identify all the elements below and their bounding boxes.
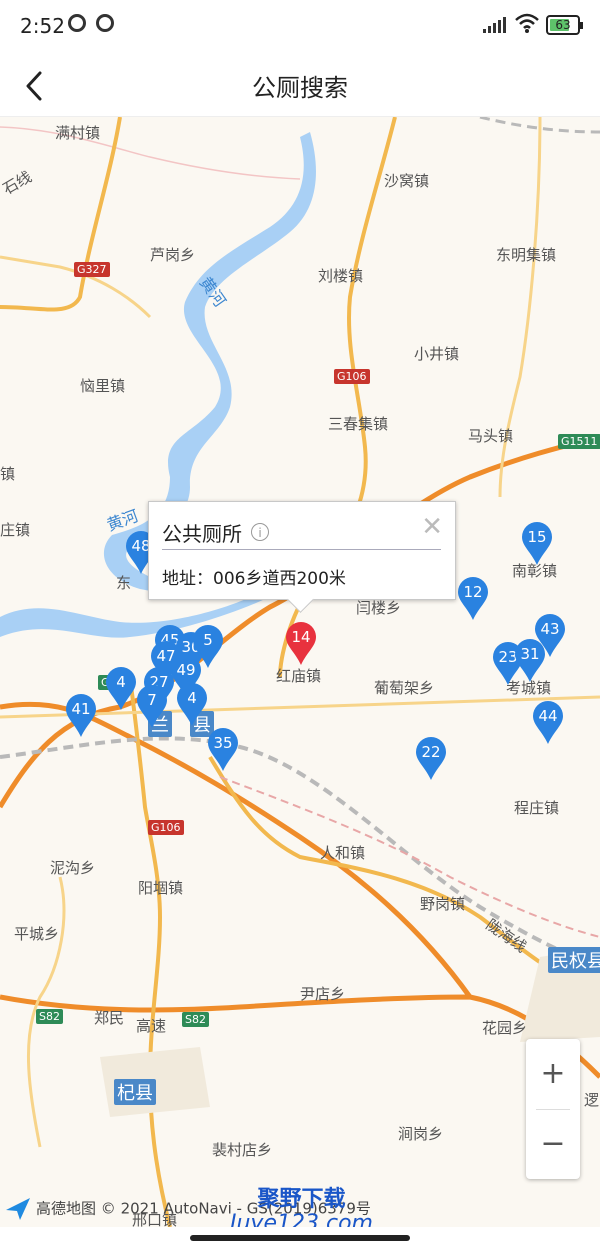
page-title: 公厕搜索 <box>252 74 348 102</box>
close-icon[interactable]: ✕ <box>421 512 443 542</box>
place-label: 泥沟乡 <box>50 859 96 877</box>
zoom-in-button[interactable]: + <box>526 1039 580 1109</box>
place-label: 郑民 <box>94 1009 125 1027</box>
toilet-pin[interactable]: 4 <box>176 683 208 727</box>
place-label: 刘楼镇 <box>318 267 364 285</box>
status-bar: 2:52 63 <box>0 0 600 56</box>
info-icon[interactable]: i <box>251 523 269 541</box>
toilet-pin[interactable]: 4 <box>105 667 137 711</box>
battery-level: 63 <box>555 18 571 32</box>
place-label: 花园乡 <box>482 1019 528 1037</box>
notification-icon <box>68 14 86 32</box>
place-label: 满村镇 <box>55 124 101 142</box>
home-indicator[interactable] <box>190 1235 410 1241</box>
toilet-pin[interactable]: 44 <box>532 701 564 745</box>
road-shield: S82 <box>182 1012 209 1027</box>
status-time: 2:52 <box>20 14 65 38</box>
road-shield: S82 <box>36 1009 63 1024</box>
place-label: 阳堌镇 <box>138 879 184 897</box>
place-label: 红庙镇 <box>276 667 322 685</box>
amap-logo-icon <box>6 1198 30 1220</box>
app-header: 公厕搜索 <box>0 56 600 117</box>
attribution-brand: 高德地图 <box>36 1199 97 1218</box>
place-label: 高速 <box>136 1017 167 1035</box>
place-label: 野岗镇 <box>420 895 466 913</box>
popup-address: 地址：006乡道西200米 <box>162 569 346 589</box>
selected-toilet-pin[interactable]: 14 <box>285 622 317 666</box>
place-label: 小井镇 <box>414 345 460 363</box>
place-label: 恼里镇 <box>80 377 126 395</box>
toilet-pin[interactable]: 31 <box>514 639 546 683</box>
toilet-pin[interactable]: 7 <box>136 685 168 729</box>
notification-icon <box>96 14 114 32</box>
county-label: 民权县 <box>548 947 600 973</box>
zoom-out-button[interactable]: − <box>526 1109 580 1179</box>
place-label: 芦岗乡 <box>150 246 196 264</box>
battery-icon: 63 <box>546 15 583 35</box>
county-label: 杞县 <box>114 1079 156 1105</box>
popup-title: 公共厕所 <box>162 522 242 546</box>
system-nav-bar <box>0 1227 600 1249</box>
place-label: 镇 <box>0 465 16 483</box>
place-label: 庄镇 <box>0 521 31 539</box>
toilet-pin[interactable]: 35 <box>207 728 239 772</box>
toilet-pin[interactable]: 15 <box>521 522 553 566</box>
toilet-pin[interactable]: 12 <box>457 577 489 621</box>
place-label: 闫楼乡 <box>356 599 402 617</box>
divider <box>162 549 441 550</box>
toilet-info-popup[interactable]: 公共厕所 i ✕ 地址：006乡道西200米 <box>148 501 456 613</box>
toilet-pin[interactable]: 22 <box>415 737 447 781</box>
place-label: 涧岗乡 <box>398 1125 444 1143</box>
place-label: 东 <box>116 574 132 592</box>
toilet-pin[interactable]: 41 <box>65 694 97 738</box>
road-shield: G1511 <box>558 434 600 449</box>
map-view[interactable]: 满村镇 沙窝镇 石线 芦岗乡 东明集镇 刘楼镇 小井镇 恼里镇 三春集镇 马头镇… <box>0 117 600 1227</box>
zoom-control: + − <box>526 1039 580 1179</box>
road-shield: G106 <box>334 369 370 384</box>
place-label: 人和镇 <box>320 844 366 862</box>
road-shield: G327 <box>74 262 110 277</box>
place-label: 程庄镇 <box>514 799 560 817</box>
signal-icon <box>483 17 506 33</box>
place-label: 葡萄架乡 <box>374 679 435 697</box>
road-shield: G106 <box>148 820 184 835</box>
place-label: 马头镇 <box>468 427 514 445</box>
place-label: 平城乡 <box>14 925 60 943</box>
place-label: 三春集镇 <box>328 415 389 433</box>
place-label: 尹店乡 <box>300 985 346 1003</box>
wifi-icon <box>515 13 539 33</box>
place-label: 沙窝镇 <box>384 172 430 190</box>
place-label: 东明集镇 <box>496 246 557 264</box>
watermark-text: 聚野下载 <box>257 1187 346 1212</box>
place-label: 逻 <box>584 1091 600 1109</box>
place-label: 裴村店乡 <box>212 1141 273 1159</box>
